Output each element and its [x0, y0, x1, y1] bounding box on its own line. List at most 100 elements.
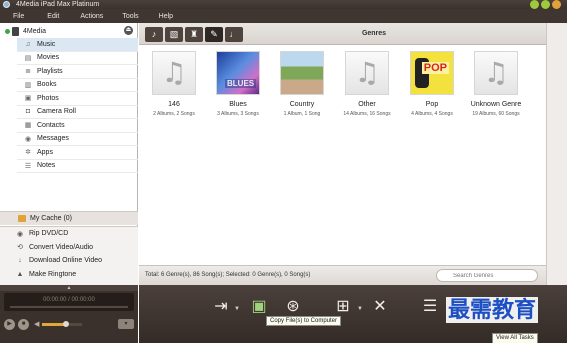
sidebar-item-label: Playlists	[37, 67, 63, 75]
sidebar-item-photos[interactable]: ▣ Photos	[17, 92, 138, 106]
sidebar-item-movies[interactable]: ▤ Movies	[17, 52, 138, 65]
task-download[interactable]: ↓ Download Online Video	[0, 254, 138, 268]
task-rip-dvd[interactable]: ◉ Rip DVD/CD	[0, 227, 138, 241]
sidebar-item-apps[interactable]: ✲ Apps	[17, 146, 138, 160]
tab-songs[interactable]: ♪	[145, 27, 163, 42]
sidebar-item-label: Books	[37, 81, 57, 89]
player-time: 00:00:00 / 00:00:00	[43, 297, 95, 303]
import-to-device-button[interactable]: ⇥	[211, 297, 231, 317]
stop-button[interactable]: ■	[18, 318, 29, 330]
genre-cover: ♫	[345, 51, 389, 95]
genre-item[interactable]: Country 1 Album, 1 Song	[270, 51, 334, 117]
genre-stats: 4 Albums, 4 Songs	[411, 111, 453, 117]
menu-tools[interactable]: Tools	[122, 13, 138, 20]
search-input[interactable]	[436, 269, 538, 282]
delete-button[interactable]: ✕	[370, 297, 390, 317]
my-cache[interactable]: My Cache (0)	[0, 211, 138, 225]
sidebar-item-camera-roll[interactable]: ◘ Camera Roll	[17, 106, 138, 119]
folder-icon	[18, 215, 26, 222]
genre-stats: 3 Albums, 3 Songs	[217, 111, 259, 117]
minimize-button[interactable]	[530, 0, 539, 9]
sidebar-item-label: Movies	[37, 54, 60, 62]
sidebar-item-contacts[interactable]: ▦ Contacts	[17, 119, 138, 133]
bell-icon: ▲	[16, 270, 24, 278]
cover-text: POP	[421, 62, 449, 74]
status-text: Total: 6 Genre(s), 86 Song(s); Selected:…	[145, 272, 311, 278]
genre-cover: ♫	[474, 51, 518, 95]
view-all-tasks-tooltip: View All Tasks	[492, 333, 538, 343]
apps-icon: ✲	[25, 149, 31, 157]
task-label: Rip DVD/CD	[29, 230, 69, 238]
device-menu-button[interactable]: ▾	[118, 319, 134, 329]
tab-artists[interactable]: ♜	[185, 27, 203, 42]
device-row[interactable]: 4Media ⏏	[0, 25, 138, 37]
volume-slider[interactable]	[42, 320, 83, 327]
maximize-button[interactable]	[541, 0, 550, 9]
action-bar: ⇥ ▼ ▣ ⊛ ⊞ ▼ ✕ ☰ Copy File(s) to Computer…	[139, 285, 567, 343]
genre-name: Unknown Genre	[470, 101, 522, 108]
library-list: ♫ Music ▤ Movies ≣ Playlists ▥ Books ▣ Photos…	[17, 38, 138, 173]
chevron-down-icon[interactable]: ▼	[234, 306, 240, 312]
menu-actions[interactable]: Actions	[80, 13, 103, 20]
add-to-playlist-button[interactable]: ⊞	[333, 297, 353, 317]
task-list-button[interactable]: ☰	[420, 297, 440, 317]
menu-help[interactable]: Help	[159, 13, 173, 20]
tab-genres[interactable]: ✎	[205, 27, 223, 42]
message-icon: ◉	[24, 135, 32, 143]
play-button[interactable]: ▶	[4, 318, 15, 330]
sidebar-item-books[interactable]: ▥ Books	[17, 79, 138, 92]
tab-albums[interactable]: ▧	[165, 27, 183, 42]
copy-to-computer-button[interactable]: ▣	[249, 297, 269, 317]
genre-item[interactable]: POP Pop 4 Albums, 4 Songs	[400, 51, 464, 117]
volume-knob[interactable]	[63, 320, 70, 327]
media-player: ▲ 00:00:00 / 00:00:00 ▶ ■ ◀ ▾	[0, 285, 138, 343]
volume-icon: ◀	[34, 321, 40, 328]
download-icon: ↓	[18, 257, 22, 265]
sidebar-item-playlists[interactable]: ≣ Playlists	[17, 65, 138, 79]
contacts-icon: ▦	[24, 122, 32, 130]
menu-edit[interactable]: Edit	[47, 13, 59, 20]
sidebar-item-label: Messages	[37, 135, 69, 143]
player-progress-bar[interactable]	[10, 306, 128, 308]
eject-icon[interactable]: ⏏	[124, 26, 133, 35]
music-note-icon: ♫	[354, 56, 380, 89]
view-toolbar: ♪ ▧ ♜ ✎ ♩ Genres	[139, 23, 546, 45]
film-icon: ▤	[24, 54, 32, 62]
sidebar-item-label: Contacts	[37, 121, 65, 129]
genre-stats: 1 Album, 1 Song	[283, 111, 321, 117]
watermark: 最需教育	[446, 297, 539, 323]
app-icon	[3, 1, 10, 8]
disc-icon: ◉	[16, 230, 24, 238]
genre-stats: 2 Albums, 2 Songs	[153, 111, 195, 117]
collapse-arrow-icon[interactable]: ▲	[0, 285, 138, 291]
sidebar-item-music[interactable]: ♫ Music	[17, 38, 138, 52]
window-controls	[530, 0, 561, 9]
notes-icon: ☰	[24, 162, 32, 170]
title-bar: 4Media iPad Max Platinum	[0, 0, 567, 9]
sidebar-item-notes[interactable]: ☰ Notes	[17, 160, 138, 173]
genre-name: Other	[358, 101, 376, 108]
tab-composers[interactable]: ♩	[225, 27, 243, 42]
music-note-icon: ♫	[483, 56, 509, 89]
genre-item[interactable]: ♫ Unknown Genre 19 Albums, 60 Songs	[464, 51, 528, 117]
genre-item[interactable]: BLUES Blues 3 Albums, 3 Songs	[206, 51, 270, 117]
window-title: 4Media iPad Max Platinum	[16, 1, 100, 8]
genre-cover	[280, 51, 324, 95]
genre-cover: POP	[410, 51, 454, 95]
menu-file[interactable]: File	[13, 13, 24, 20]
menu-bar: File Edit Actions Tools Help	[0, 9, 567, 23]
sidebar-item-label: Photos	[37, 94, 59, 102]
task-ringtone[interactable]: ▲ Make Ringtone	[0, 268, 138, 282]
copy-to-itunes-button[interactable]: ⊛	[283, 297, 303, 317]
sidebar-item-label: Music	[37, 40, 56, 48]
task-convert[interactable]: ⟲ Convert Video/Audio	[0, 241, 138, 255]
player-screen: 00:00:00 / 00:00:00	[4, 293, 134, 311]
device-name: 4Media	[23, 27, 46, 35]
genre-stats: 19 Albums, 60 Songs	[472, 111, 520, 117]
sidebar-item-messages[interactable]: ◉ Messages	[17, 133, 138, 146]
genre-item[interactable]: ♫ Other 14 Albums, 16 Songs	[335, 51, 399, 117]
book-icon: ▥	[24, 81, 32, 89]
chevron-down-icon[interactable]: ▼	[357, 306, 363, 312]
close-button[interactable]	[552, 0, 561, 9]
genre-item[interactable]: ♫ 146 2 Albums, 2 Songs	[142, 51, 206, 117]
